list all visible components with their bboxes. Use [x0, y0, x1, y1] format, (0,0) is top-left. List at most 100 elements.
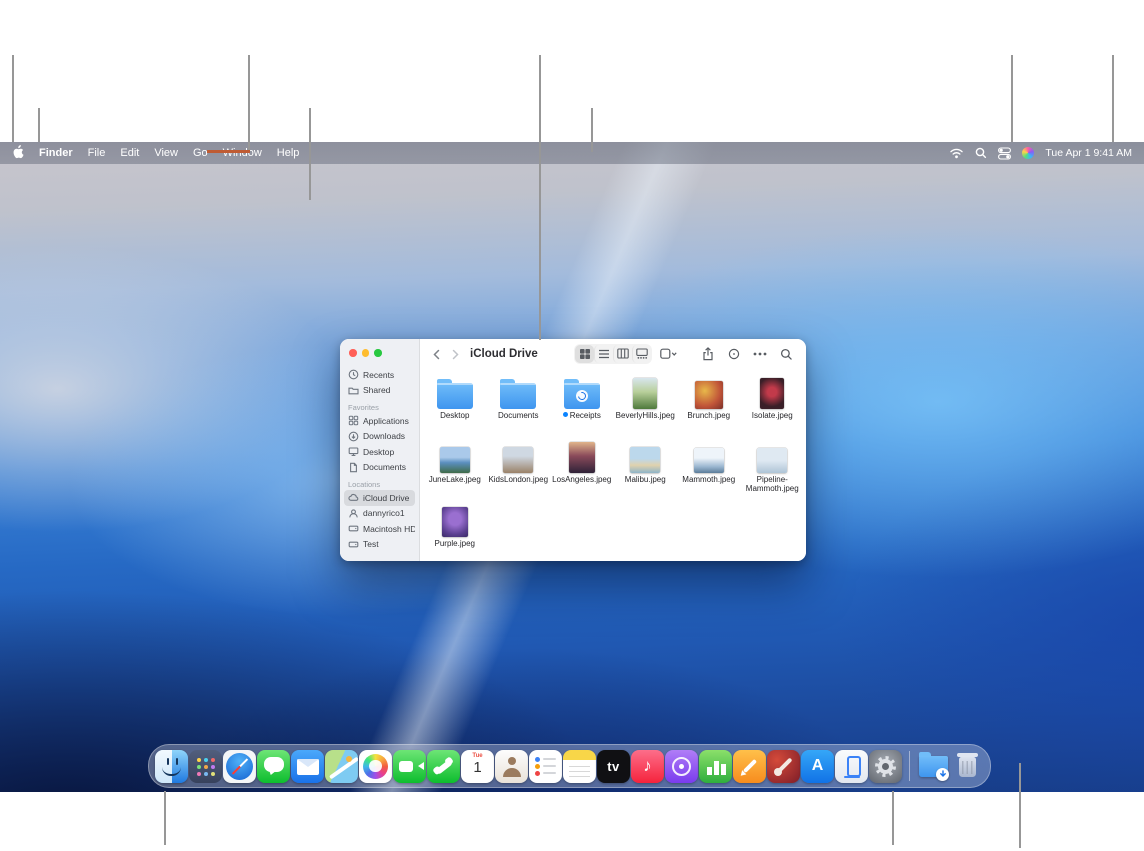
- callout-line: [539, 55, 541, 340]
- menu-finder[interactable]: Finder: [39, 147, 73, 159]
- file-beverlyhills[interactable]: BeverlyHills.jpeg: [614, 372, 678, 436]
- dock-icon-downloads[interactable]: [917, 750, 950, 783]
- file-receipts-folder[interactable]: Receipts: [550, 372, 614, 436]
- sidebar-item-desktop[interactable]: Desktop: [344, 444, 415, 460]
- share-icon[interactable]: [698, 345, 718, 363]
- dock-icon-photos[interactable]: [359, 750, 392, 783]
- menu-bar-clock[interactable]: Tue Apr 1 9:41 AM: [1045, 147, 1132, 159]
- gallery-view-button[interactable]: [632, 345, 651, 363]
- close-button[interactable]: [349, 349, 357, 357]
- dock-icon-numbers[interactable]: [699, 750, 732, 783]
- dock-icon-facetime[interactable]: [393, 750, 426, 783]
- dock-icon-music[interactable]: ♪: [631, 750, 664, 783]
- search-icon[interactable]: [776, 345, 796, 363]
- dock-icon-reminders[interactable]: [529, 750, 562, 783]
- file-kidslondon[interactable]: KidsLondon.jpeg: [487, 436, 551, 500]
- sidebar-item-dannyrico1[interactable]: dannyrico1: [344, 506, 415, 522]
- sidebar-item-macintosh-hd[interactable]: Macintosh HD: [344, 521, 415, 537]
- control-center-icon[interactable]: [998, 147, 1011, 160]
- file-pipeline-mammoth[interactable]: Pipeline-Mammoth.jpeg: [741, 436, 805, 500]
- dock-icon-trash[interactable]: [951, 750, 984, 783]
- dock-icon-iphone-mirroring[interactable]: [835, 750, 868, 783]
- dock-icon-calendar[interactable]: Tue 1: [461, 750, 494, 783]
- shared-folder-icon: [348, 385, 359, 396]
- file-isolate[interactable]: Isolate.jpeg: [741, 372, 805, 436]
- sidebar-item-downloads[interactable]: Downloads: [344, 429, 415, 445]
- file-losangeles[interactable]: LosAngeles.jpeg: [550, 436, 614, 500]
- dock-icon-garageband[interactable]: [767, 750, 800, 783]
- image-thumbnail: [440, 447, 470, 473]
- spotlight-icon[interactable]: [975, 147, 987, 159]
- sync-badge-icon: [576, 390, 588, 402]
- sidebar-item-shared[interactable]: Shared: [344, 383, 415, 399]
- dock-icon-maps[interactable]: [325, 750, 358, 783]
- group-by-button[interactable]: [658, 345, 678, 363]
- zoom-button[interactable]: [374, 349, 382, 357]
- desktop[interactable]: Finder File Edit View Go Window Help: [0, 142, 1144, 792]
- file-documents-folder[interactable]: Documents: [487, 372, 551, 436]
- file-label: Receipts: [563, 411, 601, 420]
- dock-icon-tv[interactable]: tv: [597, 750, 630, 783]
- wifi-icon[interactable]: [949, 147, 964, 159]
- menu-edit[interactable]: Edit: [120, 147, 139, 159]
- menu-bar: Finder File Edit View Go Window Help: [0, 142, 1144, 164]
- sidebar-section-favorites: Favorites: [348, 403, 415, 412]
- siri-icon[interactable]: [1022, 147, 1034, 159]
- file-malibu[interactable]: Malibu.jpeg: [614, 436, 678, 500]
- sidebar-item-label: Test: [363, 539, 379, 549]
- dock-icon-phone[interactable]: [427, 750, 460, 783]
- menu-view[interactable]: View: [154, 147, 178, 159]
- back-button[interactable]: [430, 348, 443, 361]
- sidebar-item-icloud-drive[interactable]: iCloud Drive: [344, 490, 415, 506]
- apple-logo-icon: [12, 145, 24, 162]
- menu-file[interactable]: File: [88, 147, 106, 159]
- dock-icon-app-store[interactable]: A: [801, 750, 834, 783]
- finder-sidebar: Recents Shared Favorites Applications Do…: [340, 339, 420, 561]
- folder-icon: [500, 383, 536, 409]
- dock-icon-finder[interactable]: [155, 750, 188, 783]
- file-mammoth[interactable]: Mammoth.jpeg: [677, 436, 741, 500]
- dock-icon-notes[interactable]: [563, 750, 596, 783]
- list-view-button[interactable]: [594, 345, 613, 363]
- icons-view-button[interactable]: [575, 345, 594, 363]
- file-junelake[interactable]: JuneLake.jpeg: [423, 436, 487, 500]
- more-options-icon[interactable]: [750, 345, 770, 363]
- dock-icon-system-settings[interactable]: [869, 750, 902, 783]
- file-brunch[interactable]: Brunch.jpeg: [677, 372, 741, 436]
- image-thumbnail: [760, 378, 784, 409]
- sidebar-item-recents[interactable]: Recents: [344, 367, 415, 383]
- file-label: Documents: [498, 411, 538, 420]
- minimize-button[interactable]: [362, 349, 370, 357]
- sidebar-item-documents[interactable]: Documents: [344, 460, 415, 476]
- dock-icon-messages[interactable]: [257, 750, 290, 783]
- menu-help[interactable]: Help: [277, 147, 300, 159]
- dock-icon-safari[interactable]: [223, 750, 256, 783]
- callout-line: [1019, 763, 1021, 848]
- sidebar-item-test[interactable]: Test: [344, 537, 415, 553]
- appstore-a-glyph: A: [801, 750, 834, 783]
- forward-button[interactable]: [449, 348, 462, 361]
- dock-icon-mail[interactable]: [291, 750, 324, 783]
- dock-separator: [909, 751, 910, 781]
- file-desktop-folder[interactable]: Desktop: [423, 372, 487, 436]
- file-label: Desktop: [440, 411, 469, 420]
- sidebar-item-label: Shared: [363, 385, 390, 395]
- columns-view-button[interactable]: [613, 345, 632, 363]
- tags-icon[interactable]: [724, 345, 744, 363]
- file-purple[interactable]: Purple.jpeg: [423, 500, 487, 561]
- dock-icon-pages[interactable]: [733, 750, 766, 783]
- callout-line: [892, 791, 894, 845]
- sidebar-item-label: iCloud Drive: [363, 493, 409, 503]
- menu-window[interactable]: Window: [223, 147, 262, 159]
- sidebar-item-applications[interactable]: Applications: [344, 413, 415, 429]
- menu-go[interactable]: Go: [193, 147, 208, 159]
- menu-bar-status: Tue Apr 1 9:41 AM: [949, 147, 1132, 160]
- applications-icon: [348, 415, 359, 426]
- apple-menu[interactable]: [12, 145, 24, 162]
- image-thumbnail: [442, 507, 468, 537]
- icon-detail: [197, 758, 201, 762]
- dock-icon-launchpad[interactable]: [189, 750, 222, 783]
- dock-icon-podcasts[interactable]: [665, 750, 698, 783]
- icloud-icon: [348, 492, 359, 503]
- dock-icon-contacts[interactable]: [495, 750, 528, 783]
